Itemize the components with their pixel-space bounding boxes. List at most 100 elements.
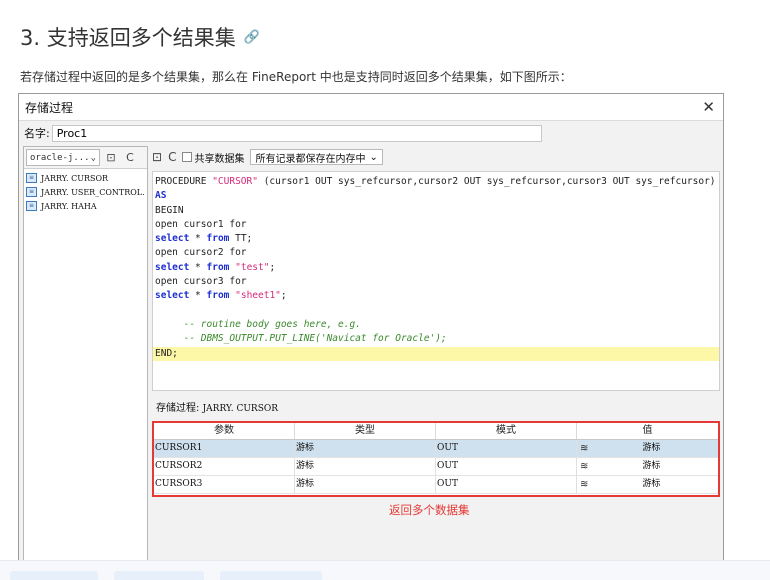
code-token: "test" [235,261,270,273]
column-header-type: 类型 [295,423,436,439]
database-icon: ≋ [580,461,589,472]
code-token: TT; [229,233,253,245]
parameter-table: 参数 类型 模式 值 CURSOR1 游标 OUT ≋ 游标 CURSOR2 游… [152,421,720,497]
table-row[interactable]: CURSOR2 游标 OUT ≋ 游标 [154,458,718,476]
code-line: select * from "test"; [153,261,719,275]
code-token: * [189,261,207,273]
code-line: open cursor1 for [153,218,719,232]
param-name: CURSOR2 [154,458,295,475]
code-token: END; [155,347,178,359]
code-token: "CURSOR" [212,176,258,187]
procedure-icon: ≡ [26,187,37,197]
editor-toolbar: ⊡ C 共享数据集 所有记录都保存在内存中 ⌄ [152,146,383,168]
chevron-down-icon: ⌄ [369,151,378,163]
table-row[interactable]: CURSOR1 游标 OUT ≋ 游标 [154,440,718,458]
bottom-tab[interactable] [10,571,98,580]
bottom-tab[interactable] [220,571,322,580]
code-token: AS [155,190,167,202]
section-title-text: 3. 支持返回多个结果集 [20,26,236,50]
sql-editor[interactable]: PROCEDURE "CURSOR" (cursor1 OUT sys_refc… [152,171,720,391]
procedure-name: JARRY. USER_CONTROL. USE [41,187,145,197]
chevron-down-icon: ⌄ [90,152,96,163]
param-type: 游标 [295,458,436,475]
left-toolbar: oracle-j... ⌄ ⊡ C [24,147,147,169]
name-row: 名字: [19,122,723,144]
param-mode: OUT [436,440,577,457]
share-dataset-checkbox[interactable]: 共享数据集 [182,150,244,165]
code-token: -- routine body goes here, e.g. [155,318,361,330]
memory-mode-select[interactable]: 所有记录都保存在内存中 ⌄ [250,149,383,165]
procedure-name: JARRY. CURSOR [41,173,109,183]
code-token: select [155,233,190,245]
param-mode: OUT [436,458,577,475]
param-type: 游标 [295,440,436,457]
section-title: 3. 支持返回多个结果集 🔗 [20,22,260,52]
code-token: ; [280,290,287,302]
preview-icon[interactable]: ⊡ [152,150,162,164]
code-token: open cursor2 for [155,247,247,259]
procedure-item[interactable]: ≡ JARRY. HAHA [26,199,145,213]
procedure-status-label: 存储过程: [156,403,200,414]
code-token: (cursor1 OUT sys_refcursor,cursor2 OUT s… [257,176,716,187]
code-line: open cursor3 for [153,275,719,289]
param-value-cell[interactable]: ≋ 游标 [577,440,718,457]
column-header-mode: 模式 [436,423,577,439]
close-icon[interactable]: ✕ [702,98,715,116]
column-header-param: 参数 [154,423,295,439]
memory-mode-value: 所有记录都保存在内存中 [255,153,366,165]
procedure-status-value: JARRY. CURSOR [202,404,279,414]
column-header-value: 值 [642,425,653,436]
param-name: CURSOR1 [154,440,295,457]
procedure-tree-panel: oracle-j... ⌄ ⊡ C ≡ JARRY. CURSOR ≡ JARR… [23,146,148,566]
code-line: -- DBMS_OUTPUT.PUT_LINE('Navicat for Ora… [153,332,719,346]
procedure-item[interactable]: ≡ JARRY. USER_CONTROL. USE [26,185,145,199]
database-select-value: oracle-j... [30,152,90,163]
database-select[interactable]: oracle-j... ⌄ [26,149,100,166]
code-token: "sheet1" [235,290,281,302]
param-value: 游标 [642,461,661,471]
code-token: from [206,290,230,302]
procedure-item[interactable]: ≡ JARRY. CURSOR [26,171,145,185]
procedure-list: ≡ JARRY. CURSOR ≡ JARRY. USER_CONTROL. U… [24,169,147,215]
refresh-icon[interactable]: C [122,151,138,164]
code-token: open cursor1 for [155,218,247,230]
code-line: open cursor2 for [153,246,719,260]
edit-connection-icon[interactable]: ⊡ [103,151,119,164]
name-input[interactable] [51,124,542,142]
table-row[interactable]: CURSOR3 游标 OUT ≋ 游标 [154,476,718,494]
procedure-icon: ≡ [26,201,37,211]
database-icon: ≋ [580,443,589,454]
code-token: -- DBMS_OUTPUT.PUT_LINE('Navicat for Ora… [155,333,447,345]
param-value-cell[interactable]: ≋ 游标 [577,476,718,493]
link-icon[interactable]: 🔗 [244,30,260,45]
refresh-icon[interactable]: C [168,150,176,164]
code-token: open cursor3 for [155,276,247,288]
dialog-title-bar: 存储过程 ✕ [19,94,723,121]
multiple-datasets-annotation: 返回多个数据集 [389,503,470,517]
stored-procedure-dialog: 存储过程 ✕ 名字: oracle-j... ⌄ ⊡ C ≡ JARRY. CU… [18,93,724,568]
code-token: * [189,233,207,245]
param-value-cell[interactable]: ≋ 游标 [577,458,718,475]
code-line: select * from "sheet1"; [153,289,719,303]
checkbox-box [182,152,193,162]
procedure-status: 存储过程: JARRY. CURSOR [156,399,278,414]
code-token: select [155,290,190,302]
share-dataset-label: 共享数据集 [194,153,245,165]
parameter-table-header: 参数 类型 模式 值 [154,423,718,440]
param-value: 游标 [642,443,661,453]
code-line: AS [153,189,719,203]
code-line: -- routine body goes here, e.g. [153,318,719,332]
code-line: BEGIN [153,204,719,218]
param-mode: OUT [436,476,577,493]
code-token: BEGIN [155,204,184,216]
dialog-title: 存储过程 [25,100,74,115]
database-icon: ≋ [580,479,589,490]
code-token: from [206,233,230,245]
bottom-tab[interactable] [114,571,204,580]
intro-paragraph: 若存储过程中返回的是多个结果集，那么在 FineReport 中也是支持同时返回… [20,70,572,84]
procedure-name: JARRY. HAHA [41,201,97,211]
param-value: 游标 [642,479,661,489]
procedure-icon: ≡ [26,173,37,183]
code-line: select * from TT; [153,232,719,246]
